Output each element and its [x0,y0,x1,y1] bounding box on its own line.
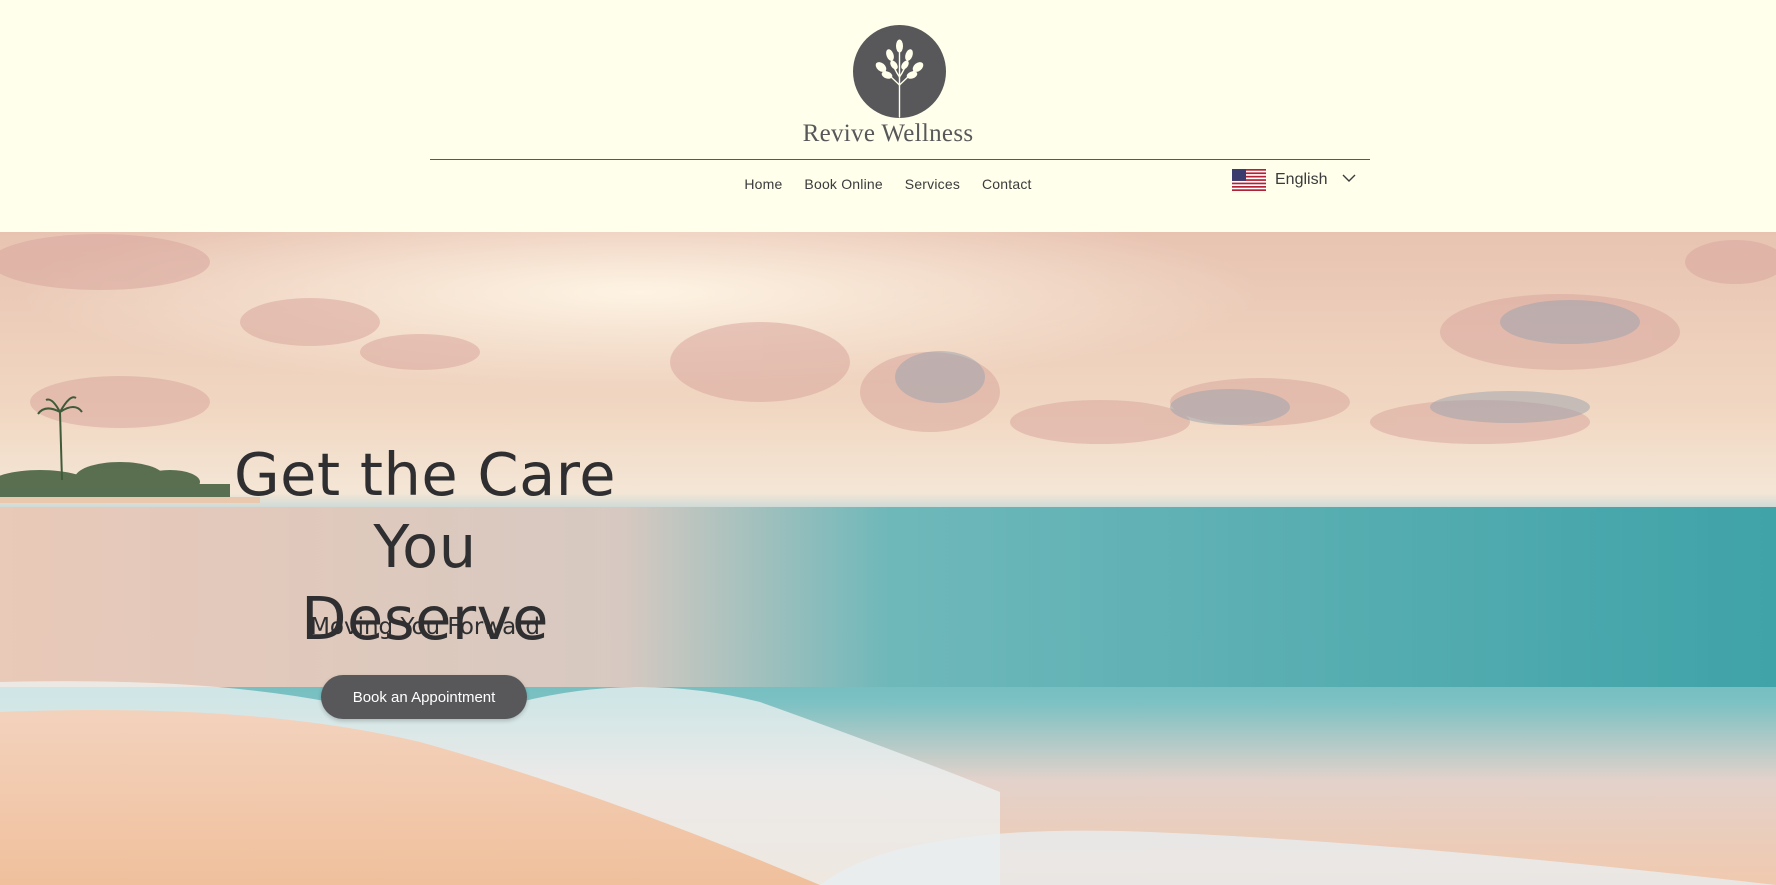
book-appointment-button[interactable]: Book an Appointment [321,675,527,719]
hero-title-line-1: Get the Care You [233,440,617,581]
hero-subtitle: Moving You Forward [310,614,540,640]
chevron-down-icon [1342,174,1356,182]
main-nav: Home Book Online Services Contact [0,176,1776,192]
hero-section: Get the Care You Deserve Moving You Forw… [0,232,1776,885]
nav-item-book-online[interactable]: Book Online [804,176,882,192]
nav-item-services[interactable]: Services [905,176,960,192]
nav-item-home[interactable]: Home [744,176,782,192]
nav-item-contact[interactable]: Contact [982,176,1032,192]
tree-icon [875,39,924,118]
language-label: English [1275,171,1328,188]
site-title[interactable]: Revive Wellness [0,120,1776,148]
us-flag-icon [1232,169,1266,191]
site-logo[interactable] [853,25,946,118]
site-header: Revive Wellness Home Book Online Service… [0,0,1776,232]
header-divider [430,159,1370,160]
language-selector[interactable]: English [1232,168,1362,192]
